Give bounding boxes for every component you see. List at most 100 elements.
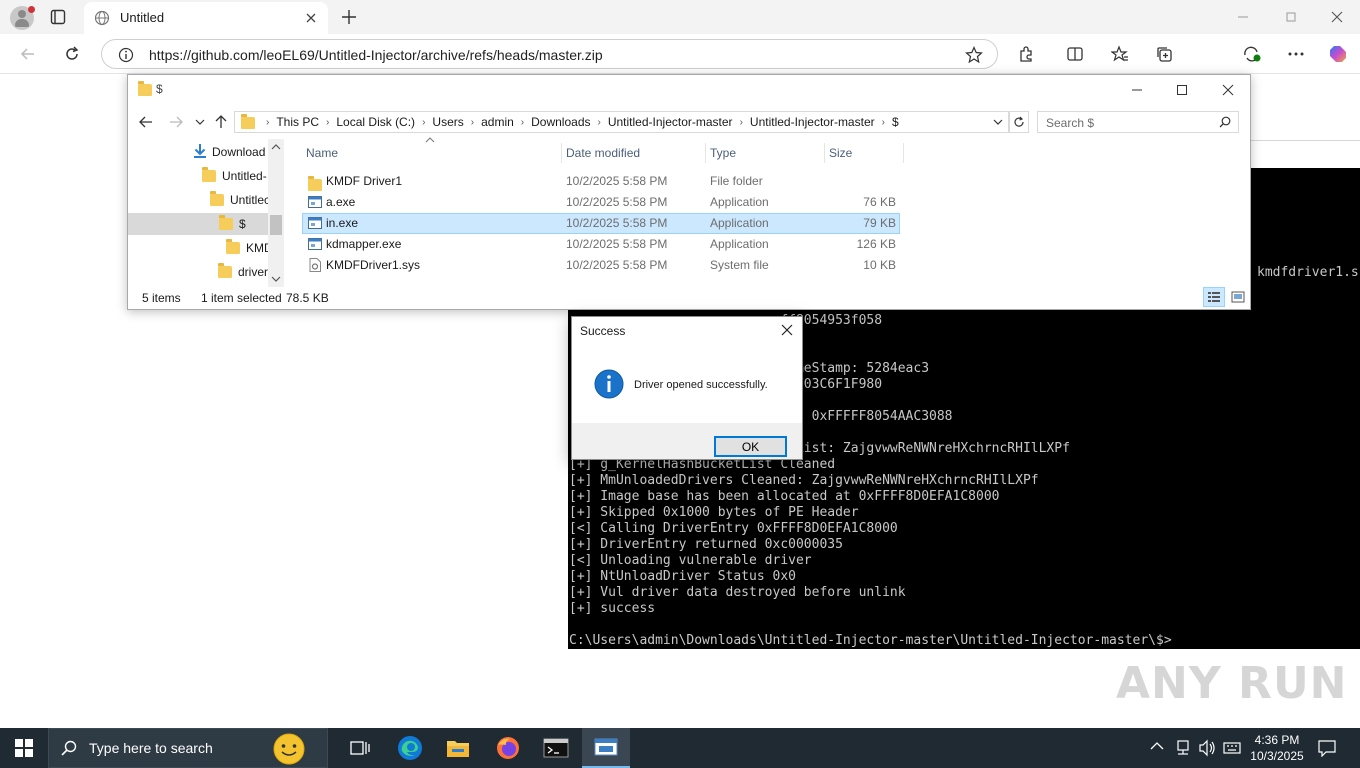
- file-explorer-window[interactable]: $ › This PC › Local Disk (C:) › Users › …: [127, 74, 1251, 310]
- reload-icon[interactable]: [56, 39, 88, 69]
- tab-actions-icon[interactable]: [50, 9, 66, 25]
- url-text: https://github.com/leoEL69/Untitled-Inje…: [149, 47, 603, 63]
- minimize-icon[interactable]: [1236, 10, 1250, 24]
- file-type: File folder: [710, 174, 763, 188]
- site-info-icon[interactable]: [118, 47, 134, 63]
- back-icon[interactable]: [12, 39, 44, 69]
- file-type: Application: [710, 195, 769, 209]
- file-row[interactable]: KMDF Driver1 10/2/2025 5:58 PM File fold…: [302, 171, 900, 192]
- task-view-icon[interactable]: [336, 728, 384, 768]
- folder-icon: [226, 239, 240, 254]
- anyrun-watermark-logo: ANY RUN: [1116, 658, 1348, 709]
- file-explorer-icon[interactable]: [434, 728, 482, 768]
- tray-chevron-up-icon[interactable]: [1150, 741, 1164, 751]
- close-window-icon[interactable]: [1330, 10, 1344, 24]
- details-view-icon[interactable]: [1203, 287, 1225, 307]
- info-icon: [594, 369, 624, 399]
- breadcrumb[interactable]: Local Disk (C:): [330, 115, 421, 129]
- copilot-icon[interactable]: [1322, 39, 1354, 69]
- favorites-icon[interactable]: [1104, 39, 1136, 69]
- browser-essentials-icon[interactable]: [1236, 39, 1268, 69]
- dialog-message: Driver opened successfully.: [634, 379, 768, 391]
- column-header-date[interactable]: Date modified: [562, 143, 706, 163]
- close-tab-icon[interactable]: [304, 11, 318, 25]
- success-dialog[interactable]: Success Driver opened successfully. OK: [571, 316, 803, 460]
- input-method-icon[interactable]: [1223, 739, 1241, 757]
- nav-item-folder[interactable]: driver: [218, 261, 268, 283]
- back-arrow-icon[interactable]: [139, 115, 153, 129]
- breadcrumb[interactable]: $: [886, 115, 905, 129]
- navigation-pane: Download Untitled- Untitlec $ KMD driver: [128, 139, 284, 289]
- nav-item-folder[interactable]: Untitlec: [210, 189, 270, 211]
- recent-locations-chevron-icon[interactable]: [195, 118, 205, 126]
- file-row[interactable]: kdmapper.exe 10/2/2025 5:58 PM Applicati…: [302, 234, 900, 255]
- nav-scrollbar[interactable]: [268, 139, 284, 287]
- more-options-icon[interactable]: [1280, 39, 1312, 69]
- edge-browser-icon[interactable]: [386, 728, 434, 768]
- globe-icon: [94, 10, 110, 26]
- scroll-down-icon[interactable]: [271, 275, 281, 283]
- status-size: 78.5 KB: [286, 291, 329, 305]
- extensions-icon[interactable]: [1010, 39, 1042, 69]
- explorer-minimize-icon[interactable]: [1114, 75, 1160, 105]
- scroll-up-icon[interactable]: [271, 143, 281, 151]
- column-header-size[interactable]: Size: [825, 143, 904, 163]
- new-tab-icon[interactable]: [340, 8, 358, 26]
- network-icon[interactable]: [1175, 739, 1191, 757]
- explorer-address-bar[interactable]: › This PC › Local Disk (C:) › Users › ad…: [234, 111, 1009, 133]
- file-row[interactable]: KMDFDriver1.sys 10/2/2025 5:58 PM System…: [302, 255, 900, 276]
- download-folder-icon: [192, 143, 208, 159]
- clock[interactable]: 4:36 PM 10/3/2025: [1248, 732, 1306, 764]
- folder-icon: [210, 191, 224, 206]
- breadcrumb[interactable]: Users: [426, 115, 469, 129]
- browser-tabstrip: Untitled: [0, 0, 1360, 34]
- address-dropdown-chevron-icon[interactable]: [993, 118, 1003, 126]
- breadcrumb[interactable]: Untitled-Injector-master: [602, 115, 739, 129]
- breadcrumb[interactable]: Untitled-Injector-master: [744, 115, 881, 129]
- nav-item-current-folder[interactable]: $: [128, 213, 268, 235]
- breadcrumb[interactable]: This PC: [270, 115, 325, 129]
- folder-icon: [218, 263, 232, 278]
- folder-icon: [308, 175, 322, 191]
- file-row-selected[interactable]: in.exe 10/2/2025 5:58 PM Application 79 …: [302, 213, 900, 234]
- restore-icon[interactable]: [1284, 10, 1298, 24]
- nav-item-folder[interactable]: KMD: [226, 237, 273, 259]
- large-icons-view-icon[interactable]: [1228, 287, 1248, 307]
- ok-button[interactable]: OK: [714, 436, 787, 457]
- smiley-search-highlight-icon: [271, 731, 307, 767]
- console-line: kmdfdriver1.s: [1257, 265, 1359, 280]
- column-header-name[interactable]: Name: [302, 143, 562, 163]
- status-selected: 1 item selected: [201, 291, 282, 305]
- profile-avatar[interactable]: [10, 6, 35, 30]
- firefox-icon[interactable]: [484, 728, 532, 768]
- dialog-close-icon[interactable]: [780, 323, 794, 337]
- breadcrumb[interactable]: admin: [475, 115, 520, 129]
- nav-item-folder[interactable]: Untitled-: [202, 165, 267, 187]
- up-arrow-icon[interactable]: [214, 115, 228, 129]
- file-date: 10/2/2025 5:58 PM: [566, 237, 668, 251]
- refresh-icon[interactable]: [1009, 111, 1029, 133]
- notification-center-icon[interactable]: [1318, 739, 1336, 757]
- forward-arrow-icon[interactable]: [169, 115, 183, 129]
- browser-tab[interactable]: Untitled: [84, 2, 328, 34]
- scroll-thumb[interactable]: [270, 215, 282, 235]
- command-prompt-icon[interactable]: [532, 728, 580, 768]
- breadcrumb[interactable]: Downloads: [525, 115, 596, 129]
- file-name: KMDFDriver1.sys: [326, 258, 421, 272]
- active-dialog-app-icon[interactable]: [582, 728, 630, 768]
- nav-item-downloads[interactable]: Download: [192, 141, 265, 163]
- file-name: in.exe: [326, 216, 359, 230]
- taskbar-search-box[interactable]: Type here to search: [48, 728, 328, 768]
- search-icon: [1219, 116, 1231, 128]
- explorer-search-box[interactable]: Search $: [1037, 111, 1239, 133]
- split-screen-icon[interactable]: [1059, 39, 1091, 69]
- volume-icon[interactable]: [1198, 739, 1216, 757]
- address-bar[interactable]: https://github.com/leoEL69/Untitled-Inje…: [101, 39, 998, 69]
- collections-icon[interactable]: [1148, 39, 1180, 69]
- windows-start-icon[interactable]: [0, 728, 48, 768]
- add-favorite-star-icon[interactable]: [965, 46, 983, 64]
- column-header-type[interactable]: Type: [706, 143, 825, 163]
- file-row[interactable]: a.exe 10/2/2025 5:58 PM Application 76 K…: [302, 192, 900, 213]
- explorer-maximize-icon[interactable]: [1159, 75, 1205, 105]
- explorer-close-icon[interactable]: [1205, 75, 1251, 105]
